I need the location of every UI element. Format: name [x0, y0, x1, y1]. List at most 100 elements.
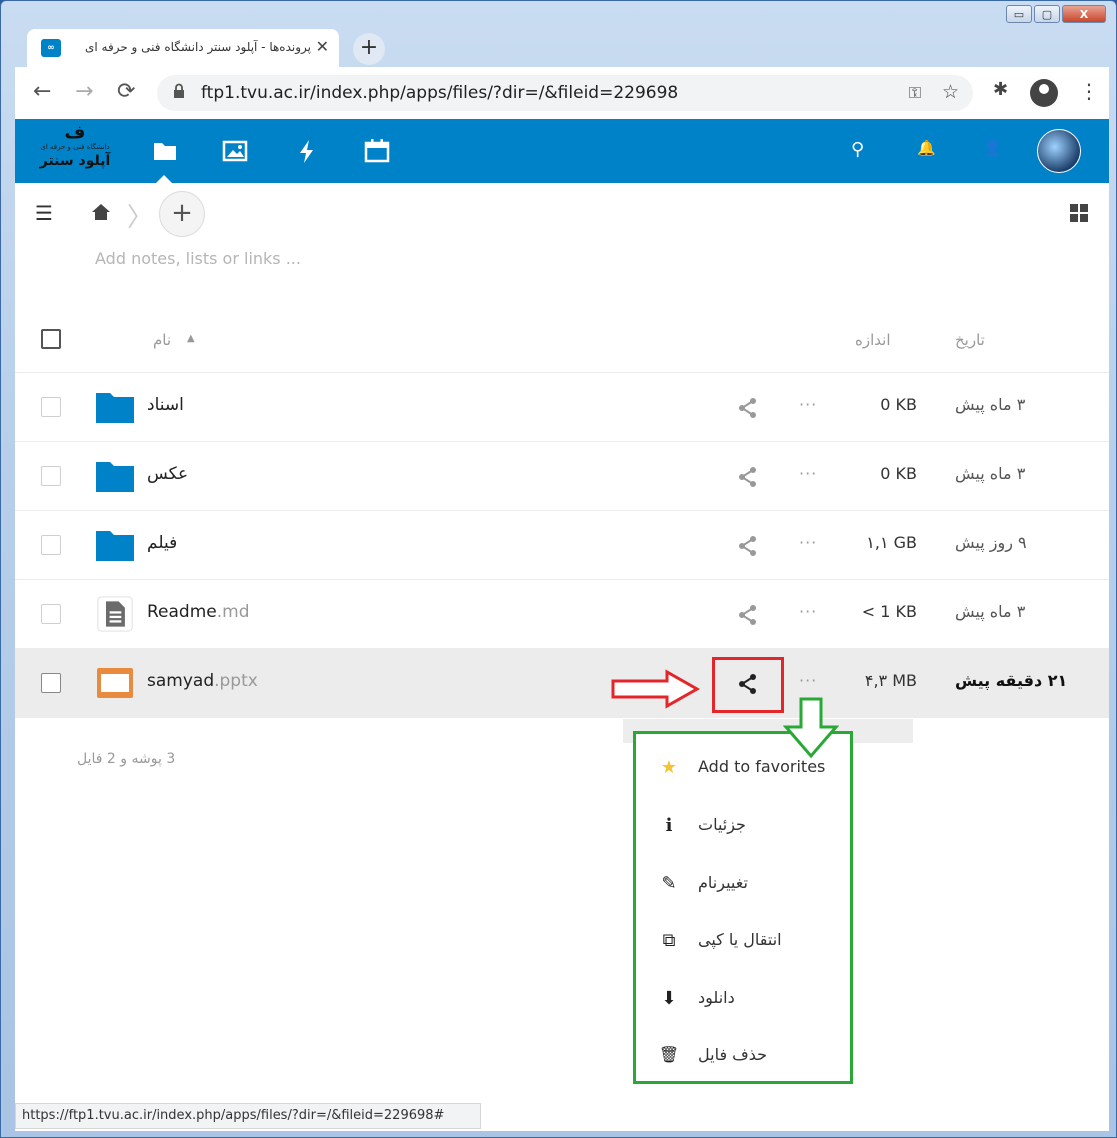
- close-window-button[interactable]: X: [1062, 5, 1106, 23]
- more-actions-icon[interactable]: ···: [799, 464, 817, 483]
- notes-placeholder[interactable]: Add notes, lists or links ...: [95, 249, 301, 268]
- annotation-green-arrow-icon: [783, 697, 839, 759]
- table-row[interactable]: عکس ··· 0 KB ۳ ماه پیش: [15, 442, 1109, 511]
- reload-icon[interactable]: ⟳: [117, 79, 135, 104]
- notifications-bell-icon[interactable]: 🔔: [917, 139, 936, 157]
- file-size: 0 KB: [880, 395, 917, 414]
- file-name[interactable]: samyad.pptx: [147, 671, 258, 691]
- new-file-button[interactable]: +: [159, 191, 205, 237]
- table-row-selected[interactable]: samyad.pptx ··· ۴,۳ MB ۲۱ دقیقه پیش: [15, 649, 1109, 718]
- user-avatar[interactable]: [1037, 129, 1081, 173]
- file-date: ۳ ماه پیش: [955, 602, 1026, 621]
- file-date: ۳ ماه پیش: [955, 395, 1026, 414]
- key-icon[interactable]: ⚿: [909, 83, 921, 103]
- files-folder-icon[interactable]: [151, 137, 179, 165]
- browser-window: ▭ ▢ X ∞ پرونده‌ها - آپلود سنتر دانشگاه ف…: [0, 0, 1117, 1138]
- navigation-menu-icon[interactable]: ☰: [35, 201, 53, 225]
- logo-subtext: دانشگاه فنی و حرفه ای: [40, 143, 110, 151]
- file-extension: .pptx: [214, 671, 258, 691]
- folder-icon: [96, 393, 134, 423]
- presentation-file-icon: [97, 668, 133, 698]
- file-name[interactable]: Readme.md: [147, 602, 250, 622]
- browser-tab[interactable]: ∞ پرونده‌ها - آپلود سنتر دانشگاه فنی و ح…: [27, 29, 339, 67]
- window-controls: ▭ ▢ X: [1006, 5, 1106, 23]
- grid-view-icon[interactable]: [1069, 203, 1089, 223]
- more-actions-icon[interactable]: ···: [799, 602, 817, 621]
- more-actions-icon[interactable]: ···: [799, 395, 817, 414]
- share-icon[interactable]: [737, 535, 759, 557]
- annotation-red-arrow-icon: [611, 669, 701, 709]
- breadcrumb-separator: 〉: [127, 203, 154, 233]
- status-bar-url: https://ftp1.tvu.ac.ir/index.php/apps/fi…: [15, 1103, 481, 1129]
- row-checkbox[interactable]: [41, 466, 61, 486]
- file-size: 0 KB: [880, 464, 917, 483]
- search-icon[interactable]: ⚲: [851, 139, 864, 160]
- file-basename: فیلم: [147, 533, 178, 553]
- maximize-button[interactable]: ▢: [1034, 5, 1060, 23]
- column-header-size[interactable]: اندازه: [855, 331, 891, 349]
- share-icon[interactable]: [737, 397, 759, 419]
- file-name[interactable]: عکس: [147, 464, 188, 484]
- file-size: ۴,۳ MB: [864, 671, 917, 690]
- select-all-checkbox[interactable]: [41, 329, 61, 349]
- activity-lightning-icon[interactable]: [293, 137, 321, 165]
- file-count-summary: 3 پوشه و 2 فایل: [77, 751, 176, 767]
- contacts-icon[interactable]: 👤: [983, 139, 1002, 157]
- url-text[interactable]: ftp1.tvu.ac.ir/index.php/apps/files/?dir…: [201, 83, 678, 103]
- home-icon[interactable]: [91, 203, 111, 221]
- file-basename: عکس: [147, 464, 189, 484]
- profile-avatar-icon[interactable]: [1030, 79, 1058, 107]
- row-checkbox[interactable]: [41, 673, 61, 693]
- back-arrow-icon[interactable]: ←: [33, 79, 51, 104]
- file-size: ۱,۱ GB: [866, 533, 917, 552]
- app-header: ف دانشگاه فنی و حرفه ای آپلود سنتر ⚲ 🔔 👤: [15, 119, 1109, 183]
- more-actions-icon[interactable]: ···: [799, 671, 817, 690]
- share-icon[interactable]: [737, 466, 759, 488]
- file-date: ۳ ماه پیش: [955, 464, 1026, 483]
- browser-toolbar: ← → ⟳ ftp1.tvu.ac.ir/index.php/apps/file…: [15, 67, 1109, 119]
- folder-icon: [96, 531, 134, 561]
- site-logo[interactable]: ف دانشگاه فنی و حرفه ای آپلود سنتر: [35, 123, 115, 179]
- row-checkbox[interactable]: [41, 397, 61, 417]
- share-icon[interactable]: [737, 604, 759, 626]
- web-page: ف دانشگاه فنی و حرفه ای آپلود سنتر ⚲ 🔔 👤…: [15, 119, 1109, 1131]
- file-size: < 1 KB: [861, 602, 917, 621]
- bookmark-star-icon[interactable]: ☆: [942, 81, 959, 103]
- table-row[interactable]: اسناد ··· 0 KB ۳ ماه پیش: [15, 373, 1109, 442]
- logo-text: آپلود سنتر: [39, 153, 111, 169]
- active-app-indicator: [156, 175, 172, 183]
- file-basename: Readme: [147, 602, 217, 622]
- lock-icon: [174, 83, 184, 98]
- tab-close-icon[interactable]: ✕: [316, 37, 329, 56]
- tab-title: پرونده‌ها - آپلود سنتر دانشگاه فنی و حرف…: [84, 40, 311, 54]
- column-header-date[interactable]: تاریخ: [955, 331, 985, 349]
- sort-ascending-icon[interactable]: ▲: [187, 333, 195, 344]
- browser-menu-icon[interactable]: ⋮: [1079, 79, 1099, 103]
- annotation-red-highlight-box: [712, 657, 784, 713]
- calendar-icon[interactable]: [363, 137, 391, 165]
- file-name[interactable]: فیلم: [147, 533, 177, 553]
- logo-mark: ف: [64, 122, 86, 143]
- new-tab-button[interactable]: +: [353, 33, 385, 65]
- more-actions-icon[interactable]: ···: [799, 533, 817, 552]
- nextcloud-favicon-icon: ∞: [41, 39, 61, 57]
- file-date: ۲۱ دقیقه پیش: [955, 671, 1068, 690]
- address-bar[interactable]: ftp1.tvu.ac.ir/index.php/apps/files/?dir…: [157, 75, 973, 111]
- photos-image-icon[interactable]: [221, 137, 249, 165]
- file-date: ۹ روز پیش: [955, 533, 1027, 552]
- minimize-button[interactable]: ▭: [1006, 5, 1032, 23]
- folder-icon: [96, 462, 134, 492]
- forward-arrow-icon[interactable]: →: [75, 79, 93, 104]
- column-header-name[interactable]: نام: [153, 331, 171, 349]
- row-checkbox[interactable]: [41, 604, 61, 624]
- file-name[interactable]: اسناد: [147, 395, 184, 415]
- table-row[interactable]: Readme.md ··· < 1 KB ۳ ماه پیش: [15, 580, 1109, 649]
- file-basename: اسناد: [147, 395, 184, 415]
- file-basename: samyad: [147, 671, 215, 691]
- row-checkbox[interactable]: [41, 535, 61, 555]
- annotation-green-highlight-box: [633, 731, 853, 1084]
- file-extension: .md: [216, 602, 250, 622]
- table-row[interactable]: فیلم ··· ۱,۱ GB ۹ روز پیش: [15, 511, 1109, 580]
- extensions-puzzle-icon[interactable]: ✱: [993, 79, 1008, 100]
- text-document-icon: [97, 596, 133, 632]
